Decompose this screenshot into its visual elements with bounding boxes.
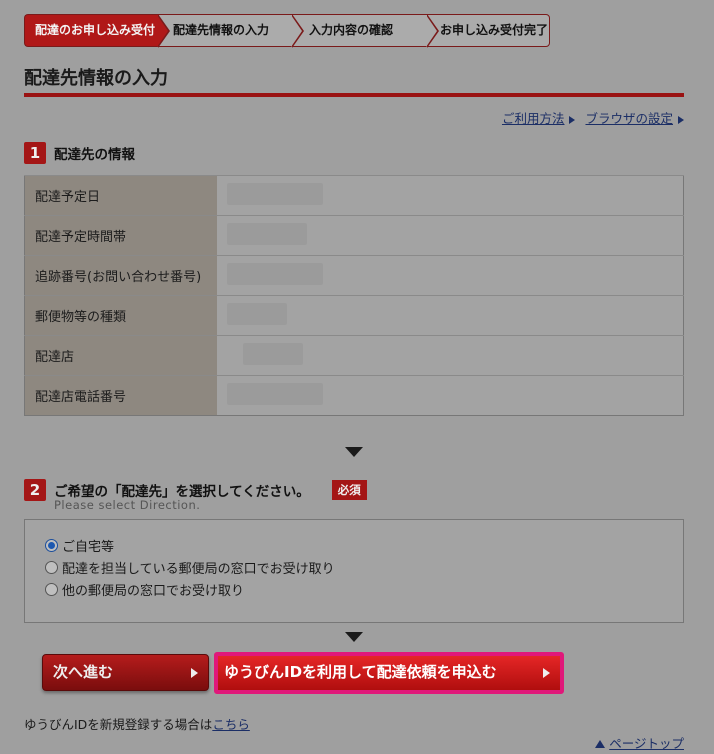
yu-id-apply-button[interactable]: ゆうびんIDを利用して配達依頼を申込む (214, 652, 564, 694)
row-label: 配達予定日 (24, 175, 217, 216)
section-number-badge: 2 (24, 479, 46, 501)
table-row: 郵便物等の種類 (24, 295, 684, 336)
register-note: ゆうびんIDを新規登録する場合はこちら (24, 714, 250, 733)
browser-settings-link[interactable]: ブラウザの設定 (585, 111, 673, 126)
row-value-redacted (216, 255, 684, 296)
section-2-title: ご希望の「配達先」を選択してください。 (54, 484, 310, 500)
triangle-right-icon (543, 668, 550, 678)
row-label: 配達店 (24, 335, 217, 376)
table-row: 配達店電話番号 (24, 375, 684, 416)
row-label: 郵便物等の種類 (24, 295, 217, 336)
down-arrow-icon (345, 447, 363, 457)
row-value-redacted (216, 215, 684, 256)
redacted-block (226, 182, 323, 205)
triangle-right-icon (678, 115, 684, 124)
step-arrow-icon (291, 14, 304, 48)
radio-label: 配達を担当している郵便局の窓口でお受け取り (62, 561, 335, 577)
radio-button-checked[interactable] (45, 538, 58, 552)
row-value-redacted (216, 335, 684, 376)
section-number-badge: 1 (24, 142, 46, 164)
redacted-block (242, 342, 303, 365)
triangle-up-icon (595, 740, 606, 748)
page-top-link[interactable]: ページトップ (595, 733, 684, 752)
row-value-redacted (216, 175, 684, 216)
step-3-label: 入力内容の確認 (309, 23, 394, 37)
table-row: 追跡番号(お問い合わせ番号) (24, 255, 684, 296)
radio-button[interactable] (45, 560, 58, 574)
section-1-header: 1 配達先の情報 (24, 142, 135, 164)
radio-label: 他の郵便局の窓口でお受け取り (62, 583, 245, 599)
radio-option-delivering-post-office[interactable]: 配達を担当している郵便局の窓口でお受け取り (45, 556, 683, 578)
redacted-block (226, 262, 323, 285)
row-label: 配達予定時間帯 (24, 215, 217, 256)
radio-button[interactable] (45, 582, 58, 596)
row-label: 追跡番号(お問い合わせ番号) (24, 255, 217, 296)
step-4-label: お申し込み受付完了 (440, 23, 549, 37)
progress-steps: 配達のお申し込み受付 配達先情報の入力 入力内容の確認 お申し込み受付完了 (24, 14, 550, 48)
usage-link[interactable]: ご利用方法 (502, 111, 565, 126)
triangle-right-icon (569, 115, 576, 124)
direction-radio-group: ご自宅等 配達を担当している郵便局の窓口でお受け取り 他の郵便局の窓口でお受け取… (24, 519, 684, 623)
step-1-label: 配達のお申し込み受付 (35, 23, 156, 37)
table-row: 配達予定日 (24, 175, 684, 216)
down-arrow-icon (345, 632, 363, 642)
step-3: 入力内容の確認 (292, 14, 439, 48)
step-4: お申し込み受付完了 (427, 14, 550, 47)
yu-id-button-label: ゆうびんIDを利用して配達依頼を申込む (224, 663, 497, 681)
step-2: 配達先情報の入力 (158, 14, 304, 48)
redacted-block (226, 302, 287, 325)
step-1: 配達のお申し込み受付 (24, 14, 170, 48)
help-links: ご利用方法 ブラウザの設定 (502, 108, 684, 127)
row-value-redacted (216, 375, 684, 416)
register-text: ゆうびんIDを新規登録する場合は (24, 717, 213, 732)
radio-option-home[interactable]: ご自宅等 (45, 534, 683, 556)
delivery-info-table: 配達予定日 配達予定時間帯 追跡番号(お問い合わせ番号) 郵便物等の種類 配達店… (24, 175, 684, 416)
title-divider (24, 93, 684, 97)
table-row: 配達予定時間帯 (24, 215, 684, 256)
next-button[interactable]: 次へ進む (42, 654, 209, 691)
redacted-block (226, 382, 323, 405)
redacted-block (226, 222, 307, 245)
radio-label: ご自宅等 (62, 539, 115, 555)
section-1-title: 配達先の情報 (54, 147, 135, 163)
step-arrow-icon (157, 14, 170, 48)
step-arrow-icon (426, 14, 439, 48)
page-title: 配達先情報の入力 (24, 68, 168, 89)
row-label: 配達店電話番号 (24, 375, 217, 416)
required-badge: 必須 (331, 480, 367, 500)
next-button-label: 次へ進む (53, 663, 114, 681)
triangle-right-icon (191, 667, 198, 678)
row-value-redacted (216, 295, 684, 336)
table-row: 配達店 (24, 335, 684, 376)
section-2-subtitle: Please select Direction. (54, 498, 201, 512)
radio-option-other-post-office[interactable]: 他の郵便局の窓口でお受け取り (45, 578, 683, 600)
page-top-label: ページトップ (609, 736, 684, 751)
register-link[interactable]: こちら (212, 717, 250, 732)
step-2-label: 配達先情報の入力 (173, 23, 270, 37)
